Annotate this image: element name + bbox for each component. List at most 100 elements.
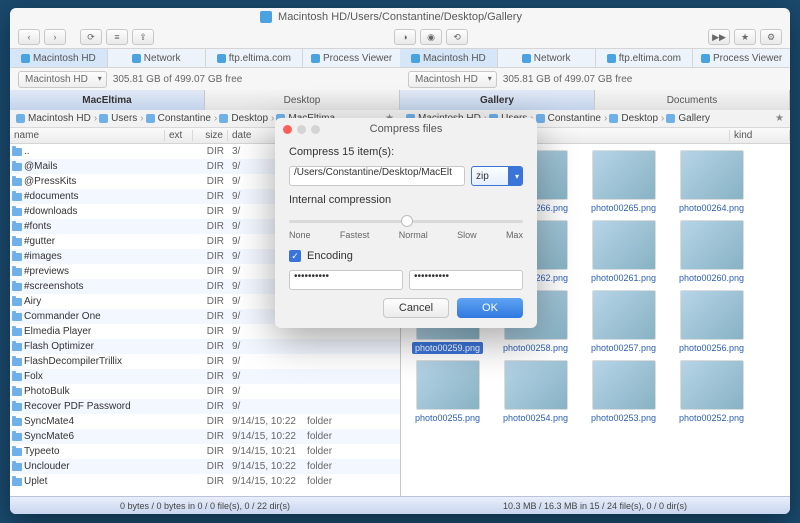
favorite-button[interactable]: ★ (734, 29, 756, 45)
folder-icon (666, 114, 675, 123)
statusbar: 0 bytes / 0 bytes in 0 / 0 file(s), 0 / … (10, 496, 790, 514)
password-confirm-field[interactable]: •••••••••• (409, 270, 523, 290)
image-icon (592, 150, 656, 200)
left-volume-select[interactable]: Macintosh HD (18, 71, 107, 88)
disk-icon (132, 54, 141, 63)
thumbnail[interactable]: photo00261.png (583, 220, 665, 284)
table-row[interactable]: PhotoBulkDIR9/ (10, 384, 400, 399)
tab-desktop[interactable]: Desktop (205, 90, 400, 110)
disk-icon (21, 54, 30, 63)
main-toolbar: ‹ › ⟳ ≡ ⇪ ◑ ◉ ⟲ ▶▶ ★ ⚙ (10, 26, 790, 48)
table-row[interactable]: UpletDIR9/14/15, 10:22 folder (10, 474, 400, 489)
folder-icon (12, 358, 22, 366)
traffic-lights (283, 125, 320, 134)
ok-button[interactable]: OK (457, 298, 523, 318)
slider-mark: Max (506, 230, 523, 240)
col-ext[interactable]: ext (165, 130, 193, 141)
table-row[interactable]: TypeetoDIR9/14/15, 10:21 folder (10, 444, 400, 459)
slider-knob[interactable] (401, 215, 413, 227)
disk-icon (260, 11, 272, 23)
table-row[interactable]: SyncMate6DIR9/14/15, 10:22 folder (10, 429, 400, 444)
encoding-checkbox[interactable]: ✓ (289, 250, 301, 262)
preview-button[interactable]: ◉ (420, 29, 442, 45)
toggle-button[interactable]: ◑ (394, 29, 416, 45)
compression-slider[interactable]: NoneFastestNormalSlowMax (289, 214, 523, 242)
thumbnail[interactable]: photo00254.png (495, 360, 577, 424)
segment-network[interactable]: Network (498, 49, 596, 67)
settings-button[interactable]: ⚙ (760, 29, 782, 45)
folder-icon (12, 268, 22, 276)
table-row[interactable]: FolxDIR9/ (10, 369, 400, 384)
left-segment-bar: Macintosh HDNetworkftp.eltima.comProcess… (10, 48, 400, 68)
breadcrumb-item[interactable]: Constantine › (536, 113, 608, 124)
tab-documents[interactable]: Documents (595, 90, 790, 110)
folder-icon (12, 313, 22, 321)
col-kind[interactable]: kind (730, 130, 790, 141)
tab-maceltima[interactable]: MacEltima (10, 90, 205, 110)
thumbnail-caption: photo00256.png (676, 342, 747, 354)
segment-macintosh-hd[interactable]: Macintosh HD (400, 49, 498, 67)
cancel-button[interactable]: Cancel (383, 298, 449, 318)
titlebar: Macintosh HD/Users/Constantine/Desktop/G… (10, 8, 790, 26)
col-size[interactable]: size (193, 130, 228, 141)
thumbnail-caption: photo00257.png (588, 342, 659, 354)
image-icon (680, 150, 744, 200)
table-row[interactable]: UnclouderDIR9/14/15, 10:22 folder (10, 459, 400, 474)
play-button[interactable]: ▶▶ (708, 29, 730, 45)
col-name[interactable]: name (10, 130, 165, 141)
back-button[interactable]: ‹ (18, 29, 40, 45)
right-free-space: 305.81 GB of 499.07 GB free (503, 74, 633, 85)
compress-dialog: Compress files Compress 15 item(s): /Use… (275, 118, 537, 328)
left-tabs: MacEltimaDesktop (10, 90, 400, 110)
thumbnail[interactable]: photo00252.png (671, 360, 753, 424)
thumbnail-caption: photo00261.png (588, 272, 659, 284)
folder-icon (12, 193, 22, 201)
breadcrumb-item[interactable]: Macintosh HD › (16, 113, 97, 124)
table-row[interactable]: Flash OptimizerDIR9/ (10, 339, 400, 354)
breadcrumb-item[interactable]: Users › (99, 113, 143, 124)
refresh-button[interactable]: ⟳ (80, 29, 102, 45)
folder-icon (12, 388, 22, 396)
thumbnail[interactable]: photo00256.png (671, 290, 753, 354)
segment-process-viewer[interactable]: Process Viewer (693, 49, 790, 67)
segment-ftp-eltima-com[interactable]: ftp.eltima.com (206, 49, 304, 67)
thumbnail[interactable]: photo00260.png (671, 220, 753, 284)
table-row[interactable]: Recover PDF PasswordDIR9/ (10, 399, 400, 414)
segment-macintosh-hd[interactable]: Macintosh HD (10, 49, 108, 67)
breadcrumb-item[interactable]: Desktop › (609, 113, 664, 124)
thumbnail[interactable]: photo00253.png (583, 360, 665, 424)
tab-gallery[interactable]: Gallery (400, 90, 595, 110)
segment-ftp-eltima-com[interactable]: ftp.eltima.com (596, 49, 694, 67)
thumbnail[interactable]: photo00255.png (407, 360, 489, 424)
star-icon[interactable]: ★ (775, 113, 784, 124)
folder-icon (16, 114, 25, 123)
share-button[interactable]: ⇪ (132, 29, 154, 45)
dialog-titlebar: Compress files (275, 118, 537, 140)
close-icon[interactable] (283, 125, 292, 134)
folder-icon (12, 148, 22, 156)
slider-mark: Slow (457, 230, 477, 240)
folder-icon (12, 223, 22, 231)
thumbnail[interactable]: photo00265.png (583, 150, 665, 214)
thumbnail-caption: photo00265.png (588, 202, 659, 214)
breadcrumb-item[interactable]: Gallery (666, 113, 710, 124)
format-select[interactable]: zip (471, 166, 523, 186)
folder-icon (609, 114, 618, 123)
sync-button[interactable]: ⟲ (446, 29, 468, 45)
dialog-title: Compress files (370, 123, 443, 135)
segment-process-viewer[interactable]: Process Viewer (303, 49, 400, 67)
queue-button[interactable]: ≡ (106, 29, 128, 45)
thumbnail[interactable]: photo00264.png (671, 150, 753, 214)
output-path-field[interactable]: /Users/Constantine/Desktop/MacElt (289, 166, 465, 186)
right-volume-select[interactable]: Macintosh HD (408, 71, 497, 88)
table-row[interactable]: SyncMate4DIR9/14/15, 10:22 folder (10, 414, 400, 429)
thumbnail[interactable]: photo00257.png (583, 290, 665, 354)
password-field[interactable]: •••••••••• (289, 270, 403, 290)
segment-network[interactable]: Network (108, 49, 206, 67)
breadcrumb-item[interactable]: Desktop › (219, 113, 274, 124)
breadcrumb-item[interactable]: Constantine › (146, 113, 218, 124)
disk-icon (701, 54, 710, 63)
folder-icon (12, 343, 22, 351)
forward-button[interactable]: › (44, 29, 66, 45)
table-row[interactable]: FlashDecompilerTrillixDIR9/ (10, 354, 400, 369)
